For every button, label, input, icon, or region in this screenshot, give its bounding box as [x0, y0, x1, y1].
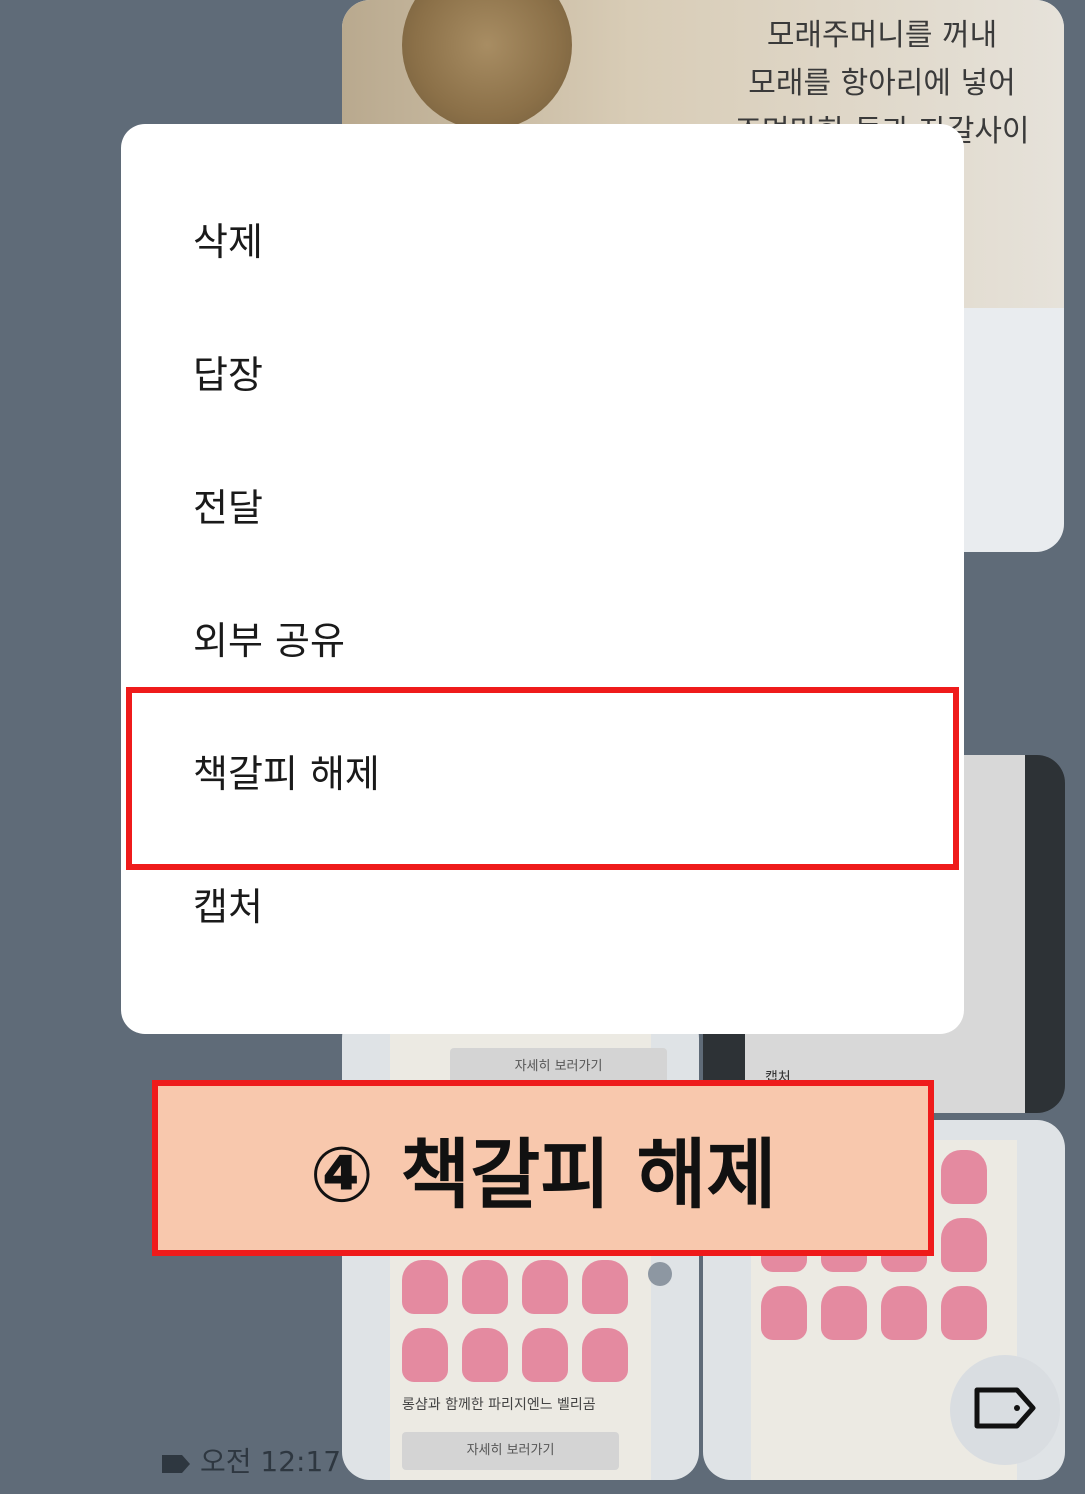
sticker [522, 1260, 568, 1314]
sticker [941, 1218, 987, 1272]
sticker [402, 1260, 448, 1314]
menu-item-external-share[interactable]: 외부 공유 [121, 571, 964, 704]
sticker [941, 1286, 987, 1340]
sticker [881, 1286, 927, 1340]
menu-item-forward[interactable]: 전달 [121, 438, 964, 571]
menu-item-reply[interactable]: 답장 [121, 305, 964, 438]
tag-icon [160, 1449, 192, 1473]
sticker [941, 1150, 987, 1204]
chat-bubble-icon [648, 1262, 672, 1286]
menu-item-delete[interactable]: 삭제 [121, 172, 964, 305]
detail-button[interactable]: 자세히 보러가기 [402, 1432, 619, 1470]
bookmark-tag-button[interactable] [950, 1355, 1060, 1465]
sticker-grid [402, 1260, 642, 1382]
sticker [821, 1286, 867, 1340]
highlight-box [126, 687, 959, 870]
step-label: ④ 책갈피 해제 [152, 1080, 934, 1256]
sticker [582, 1260, 628, 1314]
sticker [582, 1328, 628, 1382]
sticker [462, 1328, 508, 1382]
context-menu: 삭제 답장 전달 외부 공유 책갈피 해제 캡처 [121, 124, 964, 1034]
tag-icon [973, 1386, 1037, 1434]
message-timestamp: 오전 12:17 [160, 1440, 341, 1480]
sticker [402, 1328, 448, 1382]
jar-photo [402, 0, 572, 130]
timestamp-text: 오전 12:17 [200, 1445, 342, 1478]
sticker [462, 1260, 508, 1314]
promo-title: 롱샴과 함께한 파리지엔느 벨리곰 [402, 1397, 596, 1413]
sticker [522, 1328, 568, 1382]
sticker [761, 1286, 807, 1340]
